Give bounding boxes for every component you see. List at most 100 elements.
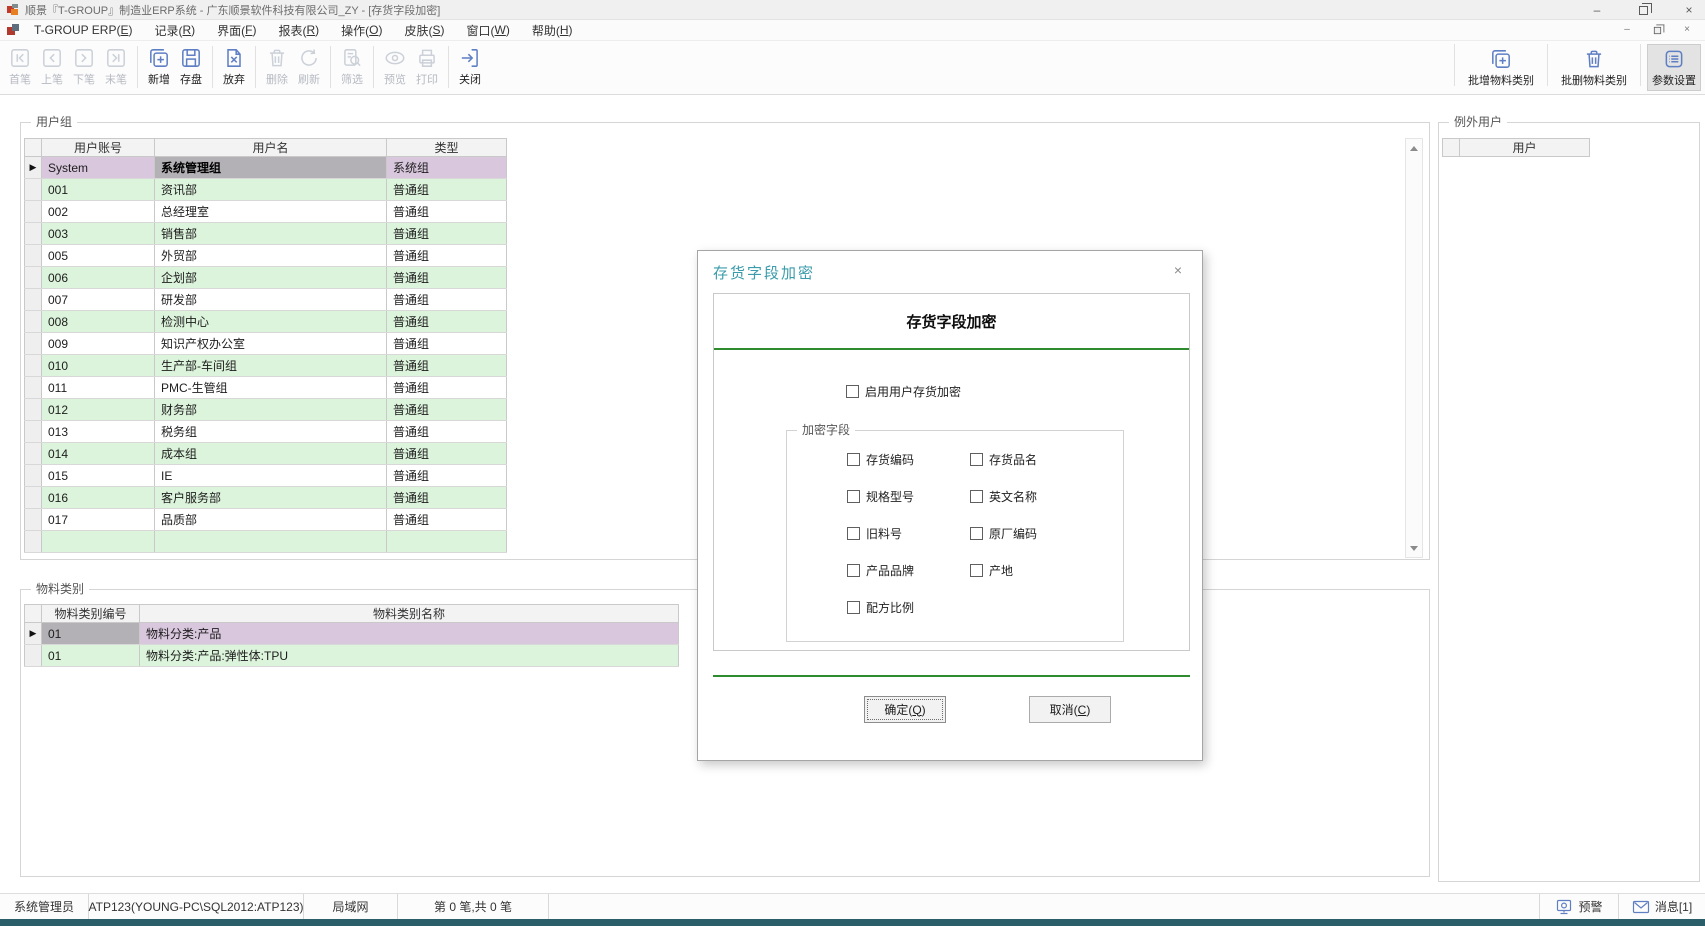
field-checkbox-old-part-no[interactable]: 旧料号: [847, 526, 970, 540]
cell[interactable]: 015: [42, 465, 155, 487]
cell[interactable]: 系统管理组: [155, 157, 387, 179]
cell[interactable]: 002: [42, 201, 155, 223]
cell[interactable]: 017: [42, 509, 155, 531]
cell[interactable]: 生产部-车间组: [155, 355, 387, 377]
cell[interactable]: 016: [42, 487, 155, 509]
row-marker-cell[interactable]: ▶: [25, 623, 42, 645]
cell[interactable]: 总经理室: [155, 201, 387, 223]
row-marker-cell[interactable]: [25, 179, 42, 201]
cell[interactable]: 01: [42, 645, 140, 667]
ok-button[interactable]: 确定(Q): [864, 696, 946, 723]
row-marker-cell[interactable]: [25, 201, 42, 223]
menu-interface[interactable]: 界面(F): [206, 20, 267, 40]
cell[interactable]: 普通组: [387, 223, 507, 245]
cancel-button[interactable]: 取消(C): [1029, 696, 1111, 723]
cell[interactable]: 普通组: [387, 421, 507, 443]
user-group-row[interactable]: 002总经理室普通组: [25, 201, 507, 223]
cell[interactable]: 物料分类:产品:弹性体:TPU: [140, 645, 679, 667]
row-marker-cell[interactable]: [25, 443, 42, 465]
cell[interactable]: [42, 531, 155, 553]
checkbox-box[interactable]: [970, 453, 983, 466]
menu-tgroup-erp[interactable]: T-GROUP ERP(E): [23, 20, 143, 40]
column-header-user[interactable]: 用户: [1460, 139, 1590, 157]
cell[interactable]: 知识产权办公室: [155, 333, 387, 355]
row-marker-cell[interactable]: [25, 465, 42, 487]
user-group-row[interactable]: 005外贸部普通组: [25, 245, 507, 267]
column-header-username[interactable]: 用户名: [155, 139, 387, 157]
cell[interactable]: 001: [42, 179, 155, 201]
batch-add-material-button[interactable]: 批增物料类别: [1461, 44, 1541, 91]
cell[interactable]: 税务组: [155, 421, 387, 443]
menu-help[interactable]: 帮助(H): [521, 20, 584, 40]
cell[interactable]: 007: [42, 289, 155, 311]
cell[interactable]: 006: [42, 267, 155, 289]
material-category-row[interactable]: 01物料分类:产品:弹性体:TPU: [25, 645, 679, 667]
row-marker-cell[interactable]: [25, 645, 42, 667]
message-button[interactable]: 消息[1]: [1619, 894, 1705, 919]
minimize-icon[interactable]: –: [1589, 2, 1605, 18]
user-group-row[interactable]: 003销售部普通组: [25, 223, 507, 245]
checkbox-box[interactable]: [846, 385, 859, 398]
user-group-row[interactable]: 011PMC-生管组普通组: [25, 377, 507, 399]
cell[interactable]: 01: [42, 623, 140, 645]
row-marker-cell[interactable]: [25, 531, 42, 553]
column-header-category-name[interactable]: 物料类别名称: [140, 605, 679, 623]
row-marker-cell[interactable]: [25, 289, 42, 311]
row-marker-cell[interactable]: [25, 377, 42, 399]
enable-encryption-checkbox[interactable]: 启用用户存货加密: [846, 384, 961, 398]
cell[interactable]: 普通组: [387, 487, 507, 509]
close-window-icon[interactable]: ×: [1681, 2, 1697, 18]
cell[interactable]: [155, 531, 387, 553]
row-marker-cell[interactable]: [25, 399, 42, 421]
cell[interactable]: 009: [42, 333, 155, 355]
checkbox-box[interactable]: [847, 564, 860, 577]
batch-delete-material-button[interactable]: 批删物料类别: [1554, 44, 1634, 91]
row-marker-cell[interactable]: [25, 509, 42, 531]
cell[interactable]: 普通组: [387, 245, 507, 267]
cell[interactable]: 普通组: [387, 267, 507, 289]
cell[interactable]: 013: [42, 421, 155, 443]
field-checkbox-inventory-name[interactable]: 存货品名: [970, 452, 1110, 466]
cell[interactable]: 普通组: [387, 179, 507, 201]
cell[interactable]: 企划部: [155, 267, 387, 289]
cell[interactable]: 003: [42, 223, 155, 245]
cell[interactable]: 普通组: [387, 311, 507, 333]
field-checkbox-spec-model[interactable]: 规格型号: [847, 489, 970, 503]
cell[interactable]: 普通组: [387, 443, 507, 465]
restore-icon[interactable]: [1635, 2, 1651, 18]
mdi-restore-icon[interactable]: [1649, 22, 1665, 38]
parameter-settings-button[interactable]: 参数设置: [1647, 44, 1701, 91]
checkbox-box[interactable]: [847, 453, 860, 466]
mdi-minimize-icon[interactable]: –: [1619, 22, 1635, 38]
user-group-row[interactable]: 012财务部普通组: [25, 399, 507, 421]
discard-button[interactable]: 放弃: [219, 43, 249, 90]
column-header-type[interactable]: 类型: [387, 139, 507, 157]
field-checkbox-oem-code[interactable]: 原厂编码: [970, 526, 1110, 540]
cell[interactable]: 资讯部: [155, 179, 387, 201]
checkbox-box[interactable]: [970, 527, 983, 540]
new-button[interactable]: 新增: [144, 43, 174, 90]
menu-report[interactable]: 报表(R): [268, 20, 331, 40]
cell[interactable]: 财务部: [155, 399, 387, 421]
mdi-close-icon[interactable]: ×: [1679, 22, 1695, 38]
cell[interactable]: System: [42, 157, 155, 179]
column-header-account[interactable]: 用户账号: [42, 139, 155, 157]
user-group-row[interactable]: 013税务组普通组: [25, 421, 507, 443]
row-marker-cell[interactable]: [25, 355, 42, 377]
column-header-category-code[interactable]: 物料类别编号: [42, 605, 140, 623]
checkbox-box[interactable]: [847, 490, 860, 503]
menu-record[interactable]: 记录(R): [143, 20, 206, 40]
checkbox-box[interactable]: [847, 601, 860, 614]
user-group-row[interactable]: 008检测中心普通组: [25, 311, 507, 333]
menu-skin[interactable]: 皮肤(S): [394, 20, 456, 40]
cell[interactable]: 外贸部: [155, 245, 387, 267]
cell[interactable]: [387, 531, 507, 553]
cell[interactable]: 销售部: [155, 223, 387, 245]
cell[interactable]: 客户服务部: [155, 487, 387, 509]
material-category-row[interactable]: ▶01物料分类:产品: [25, 623, 679, 645]
user-group-row[interactable]: ▶System系统管理组系统组: [25, 157, 507, 179]
cell[interactable]: 011: [42, 377, 155, 399]
user-group-row[interactable]: 017品质部普通组: [25, 509, 507, 531]
field-checkbox-english-name[interactable]: 英文名称: [970, 489, 1110, 503]
cell[interactable]: 普通组: [387, 201, 507, 223]
